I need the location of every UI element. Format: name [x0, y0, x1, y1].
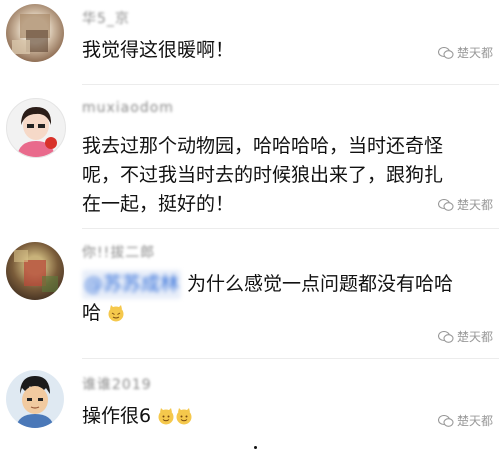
comment-item: 华5_京 我觉得这很暖啊！ 楚天都 [0, 0, 499, 80]
watermark-text: 楚天都 [456, 46, 493, 60]
watermark: 楚天都 [437, 44, 493, 61]
divider [82, 358, 499, 359]
cat-face-emoji-icon [158, 408, 174, 425]
comment-line: 为什么感觉一点问题都没有哈哈 [181, 273, 454, 295]
comment-text: 操作很6 [82, 402, 193, 431]
cat-face-emoji-icon [176, 408, 192, 425]
comment-line: 在一起，挺好的！ [82, 193, 235, 215]
avatar-image [14, 250, 58, 292]
avatar[interactable] [6, 242, 64, 300]
avatar-image [16, 376, 54, 428]
comment-line: 我觉得这很暖啊！ [82, 39, 235, 61]
comment-line: 哈 [82, 302, 102, 324]
cat-face-emoji-icon [108, 305, 124, 322]
wechat-icon [437, 414, 454, 427]
watermark-text: 楚天都 [456, 198, 493, 212]
comment-text: @苏苏成林 为什么感觉一点问题都没有哈哈 哈 [82, 270, 453, 328]
comment-text: 我去过那个动物园，哈哈哈哈，当时还奇怪 呢，不过我当时去的时候狼出来了，跟狗扎 … [82, 132, 443, 219]
wechat-icon [437, 46, 454, 59]
avatar-image [12, 14, 50, 54]
scroll-indicator [254, 446, 257, 449]
avatar-image [17, 107, 57, 157]
commenter-name[interactable]: 华5_京 [82, 8, 130, 28]
watermark: 楚天都 [437, 412, 493, 429]
commenter-name[interactable]: 谁谁2019 [82, 374, 152, 394]
watermark-text: 楚天都 [456, 414, 493, 428]
comment-line: 呢，不过我当时去的时候狼出来了，跟狗扎 [82, 164, 444, 186]
wechat-icon [437, 330, 454, 343]
comment-item: 你!!拔二郎 @苏苏成林 为什么感觉一点问题都没有哈哈 哈 楚天都 [0, 236, 499, 356]
comment-item: 谁谁2019 操作很6 楚天都 [0, 366, 499, 457]
avatar[interactable] [6, 370, 64, 428]
commenter-name[interactable]: 你!!拔二郎 [82, 242, 155, 262]
watermark: 楚天都 [437, 196, 493, 213]
watermark: 楚天都 [437, 328, 493, 345]
comment-line: 操作很6 [82, 405, 152, 427]
wechat-icon [437, 198, 454, 211]
divider [82, 228, 499, 229]
commenter-name[interactable]: muxiaodom [82, 100, 174, 116]
divider [82, 84, 499, 85]
comment-line: 我去过那个动物园，哈哈哈哈，当时还奇怪 [82, 135, 444, 157]
mention-link[interactable]: @苏苏成林 [82, 270, 182, 299]
watermark-text: 楚天都 [456, 330, 493, 344]
comment-text: 我觉得这很暖啊！ [82, 36, 234, 65]
avatar[interactable] [6, 4, 64, 62]
comment-item: muxiaodom 我去过那个动物园，哈哈哈哈，当时还奇怪 呢，不过我当时去的时… [0, 92, 499, 222]
avatar[interactable] [6, 98, 66, 158]
